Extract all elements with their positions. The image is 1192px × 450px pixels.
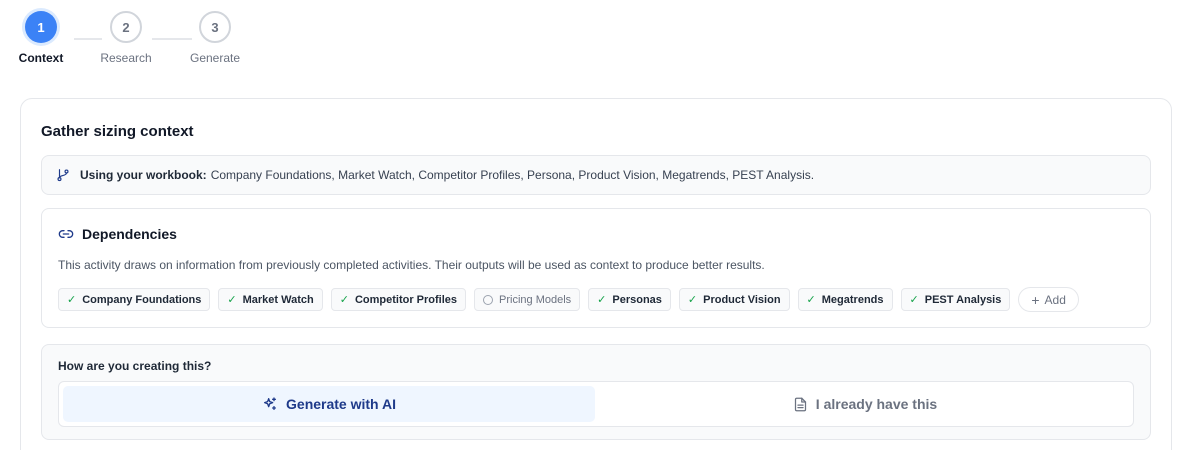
dependency-chips: ✓ Company Foundations ✓ Market Watch ✓ Comp… [58,287,1079,312]
dependency-chip[interactable]: ✓ Megatrends [797,288,893,311]
sparkles-icon [264,397,277,410]
chip-label: Competitor Profiles [354,293,458,306]
check-icon: ✓ [806,294,816,306]
chip-label: Megatrends [821,293,884,306]
step-label: Generate [189,51,241,65]
option-label: Generate with AI [286,396,396,412]
dependency-chip[interactable]: ✓ Market Watch [218,288,323,311]
check-icon: ✓ [687,294,698,306]
dependency-chip-pending[interactable]: Pricing Models [474,288,581,311]
link-icon [58,230,74,238]
plus-icon: + [1031,291,1040,308]
check-icon: ✓ [339,294,349,306]
check-icon: ✓ [597,294,607,306]
card-title: Gather sizing context [41,123,194,140]
option-label: I already have this [815,396,938,412]
step-number: 1 [25,11,57,43]
dependencies-description: This activity draws on information from … [58,258,765,272]
document-icon [794,397,806,411]
chip-label: Pricing Models [499,293,572,306]
circle-icon [483,294,494,305]
step-label: Context [18,51,64,65]
step-number: 3 [199,11,231,43]
check-icon: ✓ [909,294,919,306]
creation-method-panel: How are you creating this? Generate with… [41,344,1151,440]
creation-method-toggle: Generate with AI I already have this [58,381,1134,427]
step-generate[interactable]: 3 Generate [190,11,240,65]
chip-label: PEST Analysis [924,293,1002,306]
step-number: 2 [110,11,142,43]
dependencies-title: Dependencies [82,226,177,242]
step-research[interactable]: 2 Research [100,11,152,65]
dependency-chip[interactable]: ✓ Company Foundations [58,288,211,311]
chip-label: Market Watch [242,293,314,306]
context-card: Gather sizing context Using your workboo… [20,98,1172,450]
chip-label: Company Foundations [82,293,202,306]
workbook-banner: Using your workbook: Company Foundations… [41,155,1151,195]
chip-label: Product Vision [703,293,781,306]
chip-label: Personas [612,293,662,306]
add-dependency-button[interactable]: + Add [1018,287,1079,312]
step-label: Research [100,51,152,65]
workbook-items: Company Foundations, Market Watch, Compe… [210,168,815,182]
dependency-chip[interactable]: ✓ Personas [588,288,671,311]
add-label: Add [1044,292,1066,307]
dependencies-panel: Dependencies This activity draws on info… [41,208,1151,328]
step-connector [152,38,192,40]
dependency-chip[interactable]: ✓ PEST Analysis [900,288,1011,311]
creation-method-question: How are you creating this? [58,359,212,373]
dependencies-header: Dependencies [58,226,177,242]
workbook-label: Using your workbook: [80,168,207,182]
stepper: 1 Context 2 Research 3 Generate [18,11,280,71]
dependency-chip[interactable]: ✓ Product Vision [678,288,790,311]
dependency-chip[interactable]: ✓ Competitor Profiles [330,288,467,311]
generate-with-ai-option[interactable]: Generate with AI [63,386,595,422]
git-branch-icon [57,169,69,182]
check-icon: ✓ [67,294,77,306]
check-icon: ✓ [227,294,237,306]
already-have-this-option[interactable]: I already have this [599,386,1131,422]
step-context[interactable]: 1 Context [18,11,64,65]
step-connector [74,38,102,40]
